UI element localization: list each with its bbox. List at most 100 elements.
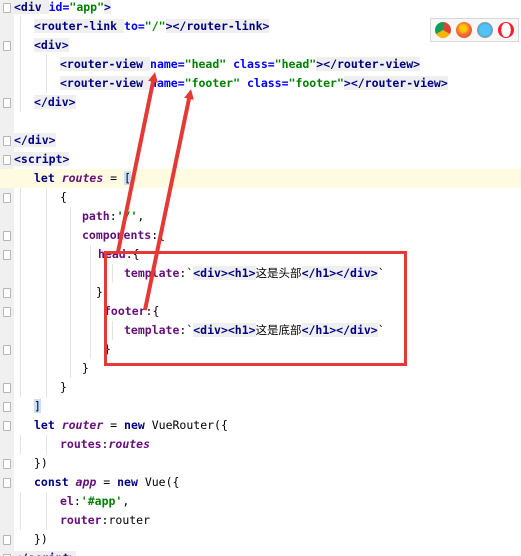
code-content: }) xyxy=(34,530,48,549)
code-token: "footer" xyxy=(184,76,241,90)
opera-icon[interactable] xyxy=(497,22,514,38)
code-line[interactable]: router:router xyxy=(0,511,521,530)
code-token: <router-view xyxy=(60,76,151,90)
indent-guide xyxy=(90,302,91,321)
code-content: const app = new Vue({ xyxy=(34,473,179,492)
code-token: <router-view xyxy=(60,57,151,71)
code-token: router xyxy=(108,513,151,527)
code-content: } xyxy=(82,359,89,378)
code-line[interactable]: </script> xyxy=(0,549,521,556)
code-line[interactable]: }) xyxy=(0,530,521,549)
indent-guide xyxy=(70,283,71,302)
indent-guide xyxy=(70,226,71,245)
indent-guide xyxy=(46,55,47,74)
code-token: { xyxy=(60,190,67,204)
firefox-icon[interactable] xyxy=(456,22,473,38)
code-line[interactable]: const app = new Vue({ xyxy=(0,473,521,492)
code-token: = xyxy=(103,418,125,432)
indent-guide xyxy=(46,435,47,454)
annotation-highlight-box xyxy=(104,251,407,366)
indent-guide xyxy=(46,245,47,264)
safari-icon[interactable] xyxy=(476,22,493,38)
code-token: , xyxy=(122,494,130,508)
indent-guide xyxy=(70,302,71,321)
code-token: "head" xyxy=(274,57,317,71)
code-line[interactable]: </div> xyxy=(0,131,521,150)
code-content: routes:routes xyxy=(60,435,150,454)
code-token: '/' xyxy=(116,209,138,223)
indent-guide xyxy=(20,93,21,112)
indent-guide xyxy=(90,245,91,264)
code-token: :{ xyxy=(151,228,166,242)
code-token: [ xyxy=(124,171,131,185)
code-token: <script> xyxy=(14,152,70,166)
code-token: }) xyxy=(34,532,48,546)
indent-guide xyxy=(20,302,21,321)
code-token: el xyxy=(60,494,74,508)
code-content: let router = new VueRouter({ xyxy=(34,416,228,435)
code-line[interactable]: <router-view name="footer" class="footer… xyxy=(0,74,521,93)
code-content: el:'#app', xyxy=(60,492,129,511)
code-line[interactable]: let routes = [ xyxy=(0,169,521,188)
code-content: ] xyxy=(34,397,41,416)
code-token: app xyxy=(75,475,97,489)
indent-guide xyxy=(46,359,47,378)
code-line[interactable]: let router = new VueRouter({ xyxy=(0,416,521,435)
code-content: <div> xyxy=(34,36,69,55)
indent-guide xyxy=(20,226,21,245)
indent-guide xyxy=(70,321,71,340)
code-token: routes xyxy=(61,171,104,185)
code-line[interactable]: <router-view name="head" class="head"></… xyxy=(0,55,521,74)
browser-preview-bar xyxy=(430,18,519,42)
code-line[interactable]: ] xyxy=(0,397,521,416)
code-line[interactable] xyxy=(0,112,521,131)
code-line[interactable]: components:{ xyxy=(0,226,521,245)
indent-guide xyxy=(46,378,47,397)
code-content: }) xyxy=(34,454,48,473)
code-token: = xyxy=(96,475,118,489)
indent-guide xyxy=(70,245,71,264)
code-line[interactable]: path:'/', xyxy=(0,207,521,226)
code-editor[interactable]: <div id="app"> <router-link to="/"></rout… xyxy=(0,0,521,556)
code-token: routes xyxy=(108,437,151,451)
indent-guide xyxy=(20,340,21,359)
code-token: } xyxy=(82,361,89,375)
code-line[interactable]: el:'#app', xyxy=(0,492,521,511)
code-content: router:router xyxy=(60,511,150,530)
code-content: components:{ xyxy=(82,226,165,245)
code-line[interactable]: </div> xyxy=(0,93,521,112)
code-token: : xyxy=(109,209,117,223)
indent-guide xyxy=(46,283,47,302)
code-content: <div id="app"> xyxy=(14,0,111,17)
code-token: "footer" xyxy=(288,76,344,90)
indent-guide xyxy=(20,511,21,530)
code-line[interactable]: { xyxy=(0,188,521,207)
indent-guide xyxy=(46,302,47,321)
code-token: class= xyxy=(246,76,289,90)
code-line[interactable]: } xyxy=(0,378,521,397)
code-token: }) xyxy=(34,456,48,470)
code-token: <router-link xyxy=(34,19,125,33)
code-token: VueRouter({ xyxy=(151,418,228,432)
indent-guide xyxy=(70,340,71,359)
code-line[interactable]: }) xyxy=(0,454,521,473)
code-content: let routes = [ xyxy=(34,169,131,188)
code-content: <router-link to="/"></router-link> xyxy=(34,17,270,36)
code-token: let xyxy=(34,171,62,185)
chrome-icon[interactable] xyxy=(435,22,452,38)
code-line[interactable]: <div id="app"> xyxy=(0,0,521,17)
code-token: </div> xyxy=(34,95,76,109)
indent-guide xyxy=(90,340,91,359)
code-line[interactable]: routes:routes xyxy=(0,435,521,454)
code-token: ] xyxy=(34,399,41,413)
code-token: <div> xyxy=(34,38,69,52)
code-token: ></router-view> xyxy=(343,76,448,90)
indent-guide xyxy=(90,264,91,283)
code-line[interactable]: <script> xyxy=(0,150,521,169)
code-token: name= xyxy=(150,57,185,71)
code-token: script xyxy=(27,551,70,556)
code-token: Vue({ xyxy=(144,475,180,489)
code-content: </div> xyxy=(34,93,76,112)
code-token: '#app' xyxy=(80,494,123,508)
